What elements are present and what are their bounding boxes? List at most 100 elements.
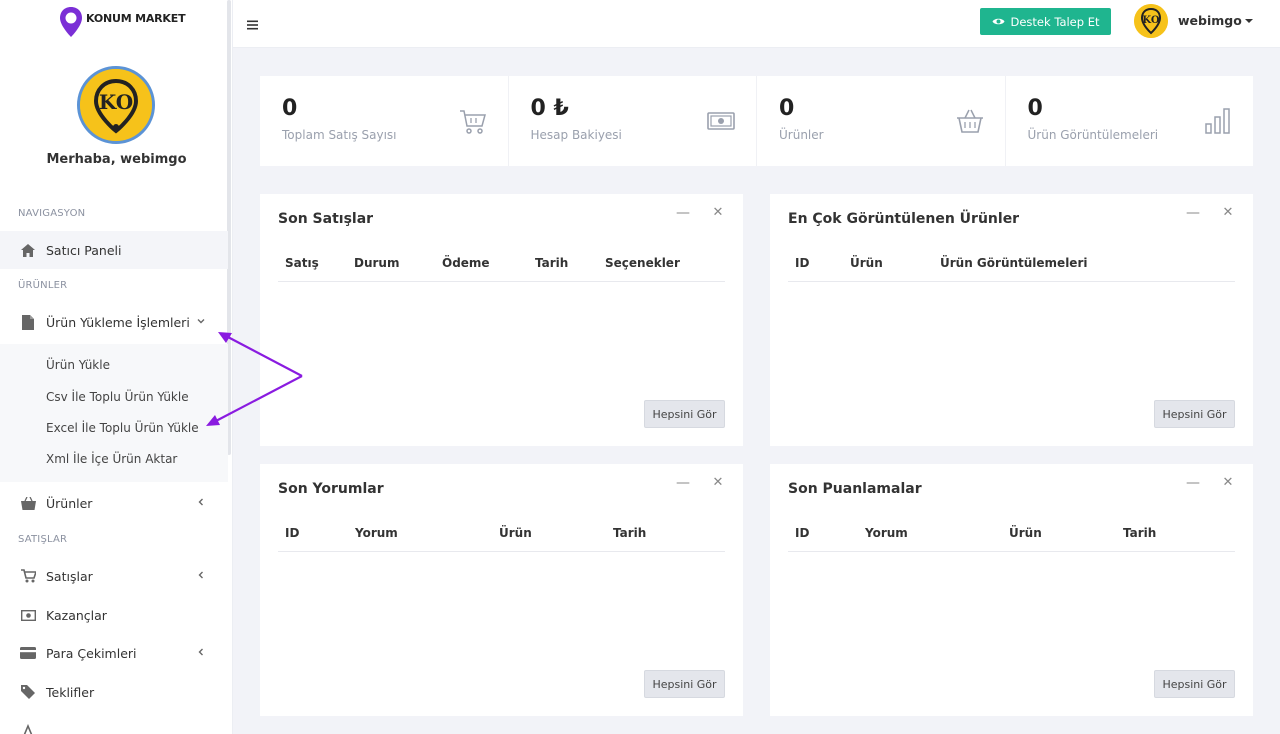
minimize-icon[interactable]: — [676, 206, 690, 220]
sidebar-item-label: Para Çekimleri [46, 645, 137, 661]
submenu-item-excel-upload[interactable]: Excel İle Toplu Ürün Yükle [46, 421, 199, 435]
bar-chart-icon [1205, 108, 1230, 134]
column-header[interactable]: Satış [285, 256, 319, 270]
support-button-label: Destek Talep Et [1010, 14, 1100, 29]
panel-recent-ratings: Son Puanlamalar — ✕ ID Yorum Ürün Tarih … [770, 464, 1253, 716]
cart-icon [20, 568, 36, 584]
column-header[interactable]: Yorum [355, 526, 398, 540]
file-icon [20, 314, 36, 330]
sidebar-item-label: Ürün Yükleme İşlemleri [46, 314, 190, 330]
money-icon [20, 607, 36, 623]
stat-product-views: 0 Ürün Görüntülemeleri [1006, 76, 1254, 166]
sidebar-item-dashboard[interactable]: Satıcı Paneli [0, 231, 228, 269]
list-icon [20, 723, 36, 734]
user-name-text: webimgo [1178, 13, 1242, 28]
column-header[interactable]: Ürün [850, 256, 883, 270]
basket-icon [956, 109, 983, 133]
sidebar-item-upload-operations[interactable]: Ürün Yükleme İşlemleri [0, 303, 228, 341]
view-all-button[interactable]: Hepsini Gör [1154, 670, 1235, 698]
sidebar-item-offers[interactable]: Teklifler [0, 673, 228, 711]
section-label-products: ÜRÜNLER [18, 280, 68, 291]
panel-recent-sales: Son Satışlar — ✕ Satış Durum Ödeme Tarih… [260, 194, 743, 446]
table-header: ID Yorum Ürün Tarih [278, 522, 725, 552]
section-label-sales: SATIŞLAR [18, 534, 68, 545]
column-header[interactable]: Ürün [1009, 526, 1042, 540]
table-header: ID Yorum Ürün Tarih [788, 522, 1235, 552]
svg-text:KO: KO [1142, 15, 1159, 26]
minimize-icon[interactable]: — [676, 476, 690, 490]
close-icon[interactable]: ✕ [1221, 476, 1235, 490]
svg-text:KO: KO [99, 90, 133, 114]
hamburger-menu-icon[interactable] [247, 16, 261, 30]
submenu-item-csv-upload[interactable]: Csv İle Toplu Ürün Yükle [46, 390, 189, 404]
chevron-left-icon [196, 647, 208, 659]
brand-logo[interactable]: KONUM MARKET [58, 6, 186, 38]
stat-label: Toplam Satış Sayısı [282, 128, 397, 142]
panel-title: En Çok Görüntülenen Ürünler [788, 211, 1020, 227]
sidebar-item-label: Kazançlar [46, 607, 107, 623]
column-header[interactable]: ID [285, 526, 299, 540]
view-all-button[interactable]: Hepsini Gör [644, 400, 725, 428]
panel-title: Son Puanlamalar [788, 481, 922, 497]
location-pin-icon [60, 7, 82, 37]
minimize-icon[interactable]: — [1186, 476, 1200, 490]
column-header[interactable]: Ürün Görüntülemeleri [940, 256, 1087, 270]
sidebar-item-label: Satıcı Paneli [46, 242, 122, 258]
stat-label: Ürün Görüntülemeleri [1027, 128, 1159, 142]
sidebar-item-products[interactable]: Ürünler [0, 484, 228, 522]
column-header[interactable]: ID [795, 526, 809, 540]
submenu-item-upload-product[interactable]: Ürün Yükle [46, 358, 110, 372]
column-header[interactable]: Tarih [613, 526, 646, 540]
user-menu[interactable]: webimgo [1178, 13, 1253, 28]
profile-avatar: KO [77, 66, 155, 144]
sidebar-item-label: Ürünler [46, 495, 93, 511]
caret-down-icon [1244, 18, 1253, 23]
stats-bar: 0 Toplam Satış Sayısı 0 ₺ Hesap Bakiyesi… [260, 76, 1253, 166]
section-label-navigation: NAVIGASYON [18, 208, 86, 219]
stat-account-balance: 0 ₺ Hesap Bakiyesi [509, 76, 757, 166]
sidebar-item-earnings[interactable]: Kazançlar [0, 596, 228, 634]
chevron-left-icon [196, 570, 208, 582]
close-icon[interactable]: ✕ [711, 206, 725, 220]
table-header: ID Ürün Ürün Görüntülemeleri [788, 252, 1235, 282]
minimize-icon[interactable]: — [1186, 206, 1200, 220]
panel-title: Son Satışlar [278, 211, 374, 227]
stat-label: Ürünler [779, 128, 824, 142]
stat-products: 0 Ürünler [757, 76, 1006, 166]
sidebar-item-next[interactable] [0, 712, 228, 734]
eye-icon [992, 18, 1004, 25]
stat-value: 0 ₺ [530, 96, 569, 121]
panel-title: Son Yorumlar [278, 481, 384, 497]
close-icon[interactable]: ✕ [1221, 206, 1235, 220]
basket-icon [20, 495, 36, 511]
column-header[interactable]: Seçenekler [605, 256, 680, 270]
sidebar: KONUM MARKET KO Merhaba, webimgo NAVIGAS… [0, 0, 233, 734]
stat-value: 0 [779, 96, 795, 121]
cart-icon [459, 110, 486, 134]
column-header[interactable]: Ödeme [442, 256, 490, 270]
table-header: Satış Durum Ödeme Tarih Seçenekler [278, 252, 725, 282]
sidebar-item-label: Teklifler [46, 684, 95, 700]
home-icon [20, 242, 36, 258]
column-header[interactable]: Tarih [535, 256, 568, 270]
panel-recent-reviews: Son Yorumlar — ✕ ID Yorum Ürün Tarih Hep… [260, 464, 743, 716]
stat-label: Hesap Bakiyesi [530, 128, 622, 142]
brand-name: KONUM MARKET [86, 11, 186, 25]
user-avatar[interactable]: KO [1134, 4, 1168, 38]
view-all-button[interactable]: Hepsini Gör [1154, 400, 1235, 428]
submenu-item-xml-import[interactable]: Xml İle İçe Ürün Aktar [46, 452, 177, 466]
view-all-button[interactable]: Hepsini Gör [644, 670, 725, 698]
column-header[interactable]: Tarih [1123, 526, 1156, 540]
sidebar-item-sales[interactable]: Satışlar [0, 557, 228, 595]
column-header[interactable]: ID [795, 256, 809, 270]
stat-total-sales: 0 Toplam Satış Sayısı [260, 76, 509, 166]
greeting-text: Merhaba, webimgo [46, 152, 187, 167]
stat-value: 0 [282, 96, 298, 121]
sidebar-item-withdrawals[interactable]: Para Çekimleri [0, 634, 228, 672]
column-header[interactable]: Ürün [499, 526, 532, 540]
close-icon[interactable]: ✕ [711, 476, 725, 490]
column-header[interactable]: Yorum [865, 526, 908, 540]
credit-card-icon [20, 645, 36, 661]
support-request-button[interactable]: Destek Talep Et [980, 8, 1111, 35]
column-header[interactable]: Durum [354, 256, 399, 270]
